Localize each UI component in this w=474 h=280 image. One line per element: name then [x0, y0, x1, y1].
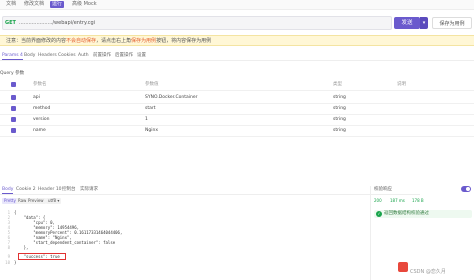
validate-response-label: 校验响应 — [374, 187, 392, 192]
param-type[interactable]: string — [333, 126, 346, 136]
param-name[interactable]: version — [33, 115, 49, 125]
param-name[interactable]: api — [33, 93, 40, 103]
param-name[interactable]: method — [33, 104, 50, 114]
tab-settings[interactable]: 设置 — [137, 52, 146, 59]
method-selector[interactable]: GET — [5, 19, 16, 27]
resp-tab-console[interactable]: 控制台 — [62, 186, 76, 193]
tab-doc[interactable]: 文档 — [4, 1, 18, 8]
response-stats: 200 187 ms 178 B — [374, 198, 474, 204]
table-row: method start string — [0, 104, 474, 115]
csdn-logo-icon — [398, 262, 408, 272]
validate-toggle[interactable] — [461, 186, 471, 192]
col-name: 参数名 — [33, 82, 47, 87]
encoding-select[interactable]: utf8 ▾ — [46, 198, 62, 204]
line-number: 9 — [7, 254, 10, 259]
watermark: CSDN @恋久月 — [410, 269, 446, 275]
param-value[interactable]: Nginx — [145, 126, 158, 136]
row-checkbox[interactable] — [11, 117, 16, 122]
table-row: api SYNO.Docker.Container string — [0, 93, 474, 104]
param-name[interactable]: name — [33, 126, 46, 136]
assertion-result: ✓ 返回数据结构校验通过 — [374, 210, 472, 218]
send-dropdown-icon[interactable]: ▾ — [420, 17, 428, 29]
row-checkbox[interactable] — [11, 128, 16, 133]
resp-tab-body[interactable]: Body — [2, 186, 14, 194]
row-checkbox[interactable] — [11, 95, 16, 100]
col-desc: 说明 — [397, 82, 406, 87]
param-type[interactable]: string — [333, 115, 346, 125]
row-checkbox[interactable] — [11, 106, 16, 111]
notice-suffix: 按钮，将内容保存为用例 — [156, 38, 212, 44]
line-number: 10 — [5, 260, 10, 265]
check-icon: ✓ — [376, 211, 382, 217]
response-time: 187 ms — [390, 198, 405, 203]
notice-highlight-1: 不会自动保存 — [66, 38, 97, 44]
response-tabs: Body Cookie 2 Header 10 控制台 实际请求 — [0, 186, 420, 195]
tab-body[interactable]: Body — [24, 52, 35, 59]
param-type[interactable]: string — [333, 93, 346, 103]
line-number: 8 — [7, 245, 10, 250]
params-header-row: 参数名 参数值 类型 说明 — [0, 80, 474, 91]
validation-panel: 校验响应 200 187 ms 178 B ✓ 返回数据结构校验通过 — [370, 186, 474, 280]
tab-cookies[interactable]: Cookies — [58, 52, 76, 59]
tab-auth[interactable]: Auth — [78, 52, 89, 59]
assertion-text: 返回数据结构校验通过 — [384, 211, 429, 216]
notice-prefix: 注意：当前界面修改的内容 — [6, 38, 67, 44]
param-value[interactable]: 1 — [145, 115, 148, 125]
query-params-label: Query 参数 — [0, 71, 25, 76]
tab-advanced-mock[interactable]: 高级 Mock — [70, 1, 99, 8]
tab-run[interactable]: 运行 — [50, 1, 65, 8]
notice-middle: ，请点击右上角 — [96, 38, 132, 44]
col-type: 类型 — [333, 82, 342, 87]
resp-tab-header[interactable]: Header 10 — [38, 186, 62, 193]
code-line: }, — [14, 245, 29, 250]
format-preview-button[interactable]: Preview — [26, 198, 46, 204]
resp-tab-cookie[interactable]: Cookie 2 — [16, 186, 36, 193]
response-size: 178 B — [412, 198, 424, 203]
response-body[interactable]: 1 { 2 "data": { 3 "cpu": 0, 4 "memory": … — [0, 210, 370, 280]
tab-headers[interactable]: Headers — [38, 52, 57, 59]
url-input[interactable] — [19, 18, 379, 28]
param-type[interactable]: string — [333, 104, 346, 114]
table-row: name Nginx string — [0, 126, 474, 137]
select-all-checkbox[interactable] — [11, 82, 16, 87]
tab-pre-ops[interactable]: 前置操作 — [93, 52, 111, 59]
notice-highlight-2[interactable]: 保存为用例 — [131, 38, 156, 44]
table-row: version 1 string — [0, 115, 474, 126]
tab-post-ops[interactable]: 后置操作 — [115, 52, 133, 59]
request-tabs: Params 4 Body Headers Cookies Auth 前置操作 … — [0, 52, 474, 61]
tab-params[interactable]: Params 4 — [2, 52, 23, 60]
code-line: "start_dependent_container": false — [14, 240, 116, 245]
success-highlight-box — [18, 253, 66, 260]
col-value: 参数值 — [145, 82, 159, 87]
top-tab-bar: 文档 修改文档 运行 高级 Mock — [0, 0, 474, 10]
unsaved-notice: 注意：当前界面修改的内容不会自动保存，请点击右上角保存为用例按钮，将内容保存为用… — [0, 35, 474, 46]
param-value[interactable]: start — [145, 104, 155, 114]
status-code: 200 — [374, 198, 382, 203]
url-bar: GET — [2, 16, 392, 30]
param-value[interactable]: SYNO.Docker.Container — [145, 93, 198, 103]
code-line: } — [14, 260, 17, 265]
resp-tab-actual-request[interactable]: 实际请求 — [80, 186, 98, 193]
send-button[interactable]: 发送 — [394, 17, 420, 29]
save-as-case-button[interactable]: 保存为用例 — [432, 17, 472, 29]
tab-edit-doc[interactable]: 修改文档 — [22, 1, 46, 8]
